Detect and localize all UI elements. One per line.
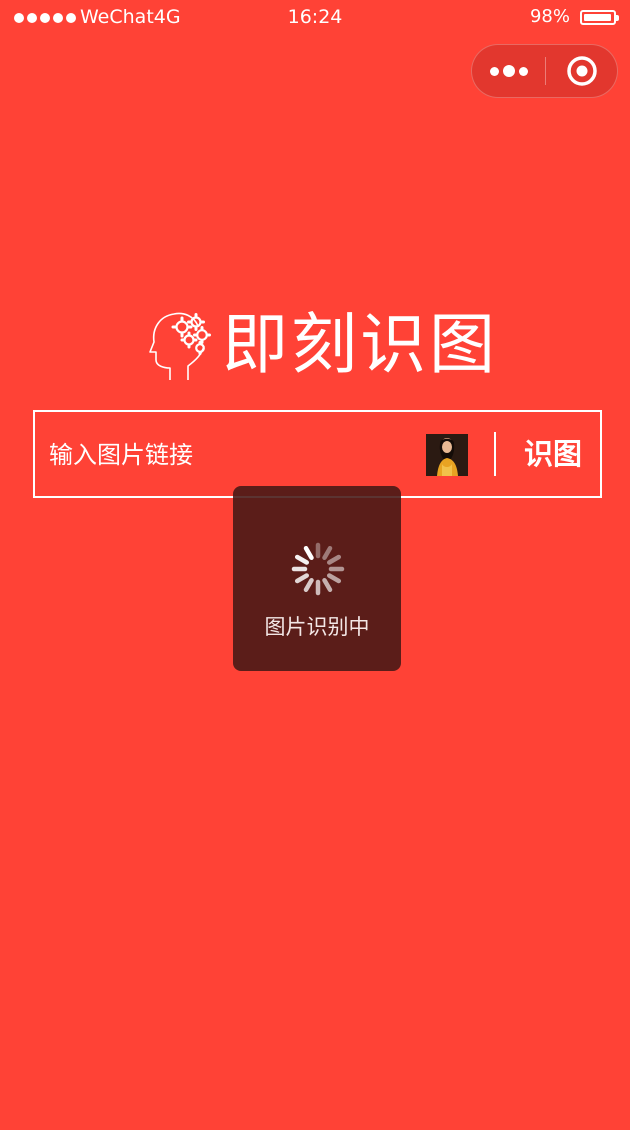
search-divider <box>494 432 496 476</box>
image-url-input[interactable] <box>49 432 409 478</box>
more-dots-icon[interactable] <box>472 45 545 97</box>
status-bar: WeChat4G 16:24 98% <box>0 0 630 36</box>
app-logo: 即刻识图 <box>140 306 500 386</box>
loading-spinner-icon <box>291 542 345 596</box>
image-thumbnail[interactable] <box>426 434 468 476</box>
battery-icon <box>580 10 619 25</box>
recognize-button[interactable]: 识图 <box>508 428 598 480</box>
capsule-menu <box>471 44 618 98</box>
loading-toast: 图片识别中 <box>233 486 401 671</box>
search-bar: 识图 <box>33 410 602 498</box>
app-title: 即刻识图 <box>222 306 498 383</box>
target-circle-icon[interactable] <box>546 45 618 97</box>
battery-percent: 98% <box>529 6 570 27</box>
head-gears-icon <box>149 312 211 380</box>
loading-message: 图片识别中 <box>264 615 370 639</box>
